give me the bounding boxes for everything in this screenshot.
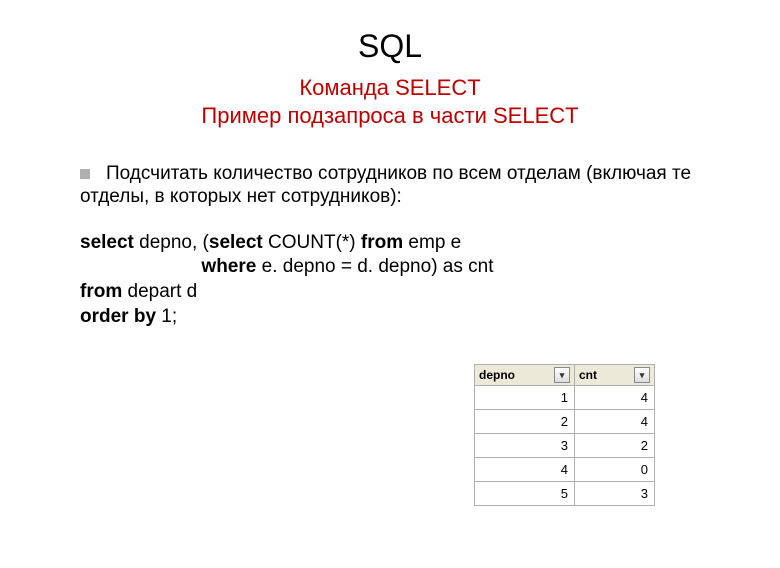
kw-orderby: order by bbox=[80, 306, 156, 327]
result-table: depno ▾ cnt ▾ 1 4 2 4 3 2 4 bbox=[474, 364, 655, 506]
code-line-4: order by 1; bbox=[80, 305, 780, 330]
bullet-icon bbox=[80, 169, 90, 179]
table-row: 4 0 bbox=[475, 458, 655, 482]
table-row: 5 3 bbox=[475, 482, 655, 506]
subtitle-example: Пример подзапроса в части SELECT bbox=[0, 103, 780, 129]
cell-depno: 4 bbox=[475, 458, 575, 482]
cell-cnt: 4 bbox=[575, 410, 655, 434]
table-row: 2 4 bbox=[475, 410, 655, 434]
paragraph-line1: Подсчитать количество сотрудников по все… bbox=[106, 163, 691, 185]
kw-from2: from bbox=[80, 281, 122, 302]
col-header-cnt[interactable]: cnt ▾ bbox=[575, 365, 655, 386]
table-header-row: depno ▾ cnt ▾ bbox=[475, 365, 655, 386]
kw-select: select bbox=[80, 232, 134, 253]
col-header-depno-label: depno bbox=[479, 368, 515, 382]
cell-cnt: 4 bbox=[575, 386, 655, 410]
code-line-2: where e. depno = d. depno) as cnt bbox=[80, 255, 780, 280]
cell-depno: 1 bbox=[475, 386, 575, 410]
col-header-cnt-label: cnt bbox=[579, 368, 597, 382]
table-row: 3 2 bbox=[475, 434, 655, 458]
subtitle-command: Команда SELECT bbox=[0, 75, 780, 101]
page-title: SQL bbox=[0, 28, 780, 65]
code-line-3: from depart d bbox=[80, 280, 780, 305]
kw-select2: select bbox=[209, 232, 263, 253]
cell-depno: 3 bbox=[475, 434, 575, 458]
kw-from: from bbox=[361, 232, 403, 253]
chevron-down-icon[interactable]: ▾ bbox=[634, 367, 650, 383]
cell-cnt: 0 bbox=[575, 458, 655, 482]
paragraph-line2: отделы, в которых нет сотрудников): bbox=[0, 185, 780, 209]
chevron-down-icon[interactable]: ▾ bbox=[554, 367, 570, 383]
table-row: 1 4 bbox=[475, 386, 655, 410]
bullet-paragraph: Подсчитать количество сотрудников по все… bbox=[0, 163, 780, 185]
cell-depno: 5 bbox=[475, 482, 575, 506]
code-line-1: select depno, (select COUNT(*) from emp … bbox=[80, 231, 780, 256]
col-header-depno[interactable]: depno ▾ bbox=[475, 365, 575, 386]
sql-code: select depno, (select COUNT(*) from emp … bbox=[0, 231, 780, 330]
cell-cnt: 3 bbox=[575, 482, 655, 506]
cell-depno: 2 bbox=[475, 410, 575, 434]
cell-cnt: 2 bbox=[575, 434, 655, 458]
kw-where: where bbox=[201, 256, 256, 277]
